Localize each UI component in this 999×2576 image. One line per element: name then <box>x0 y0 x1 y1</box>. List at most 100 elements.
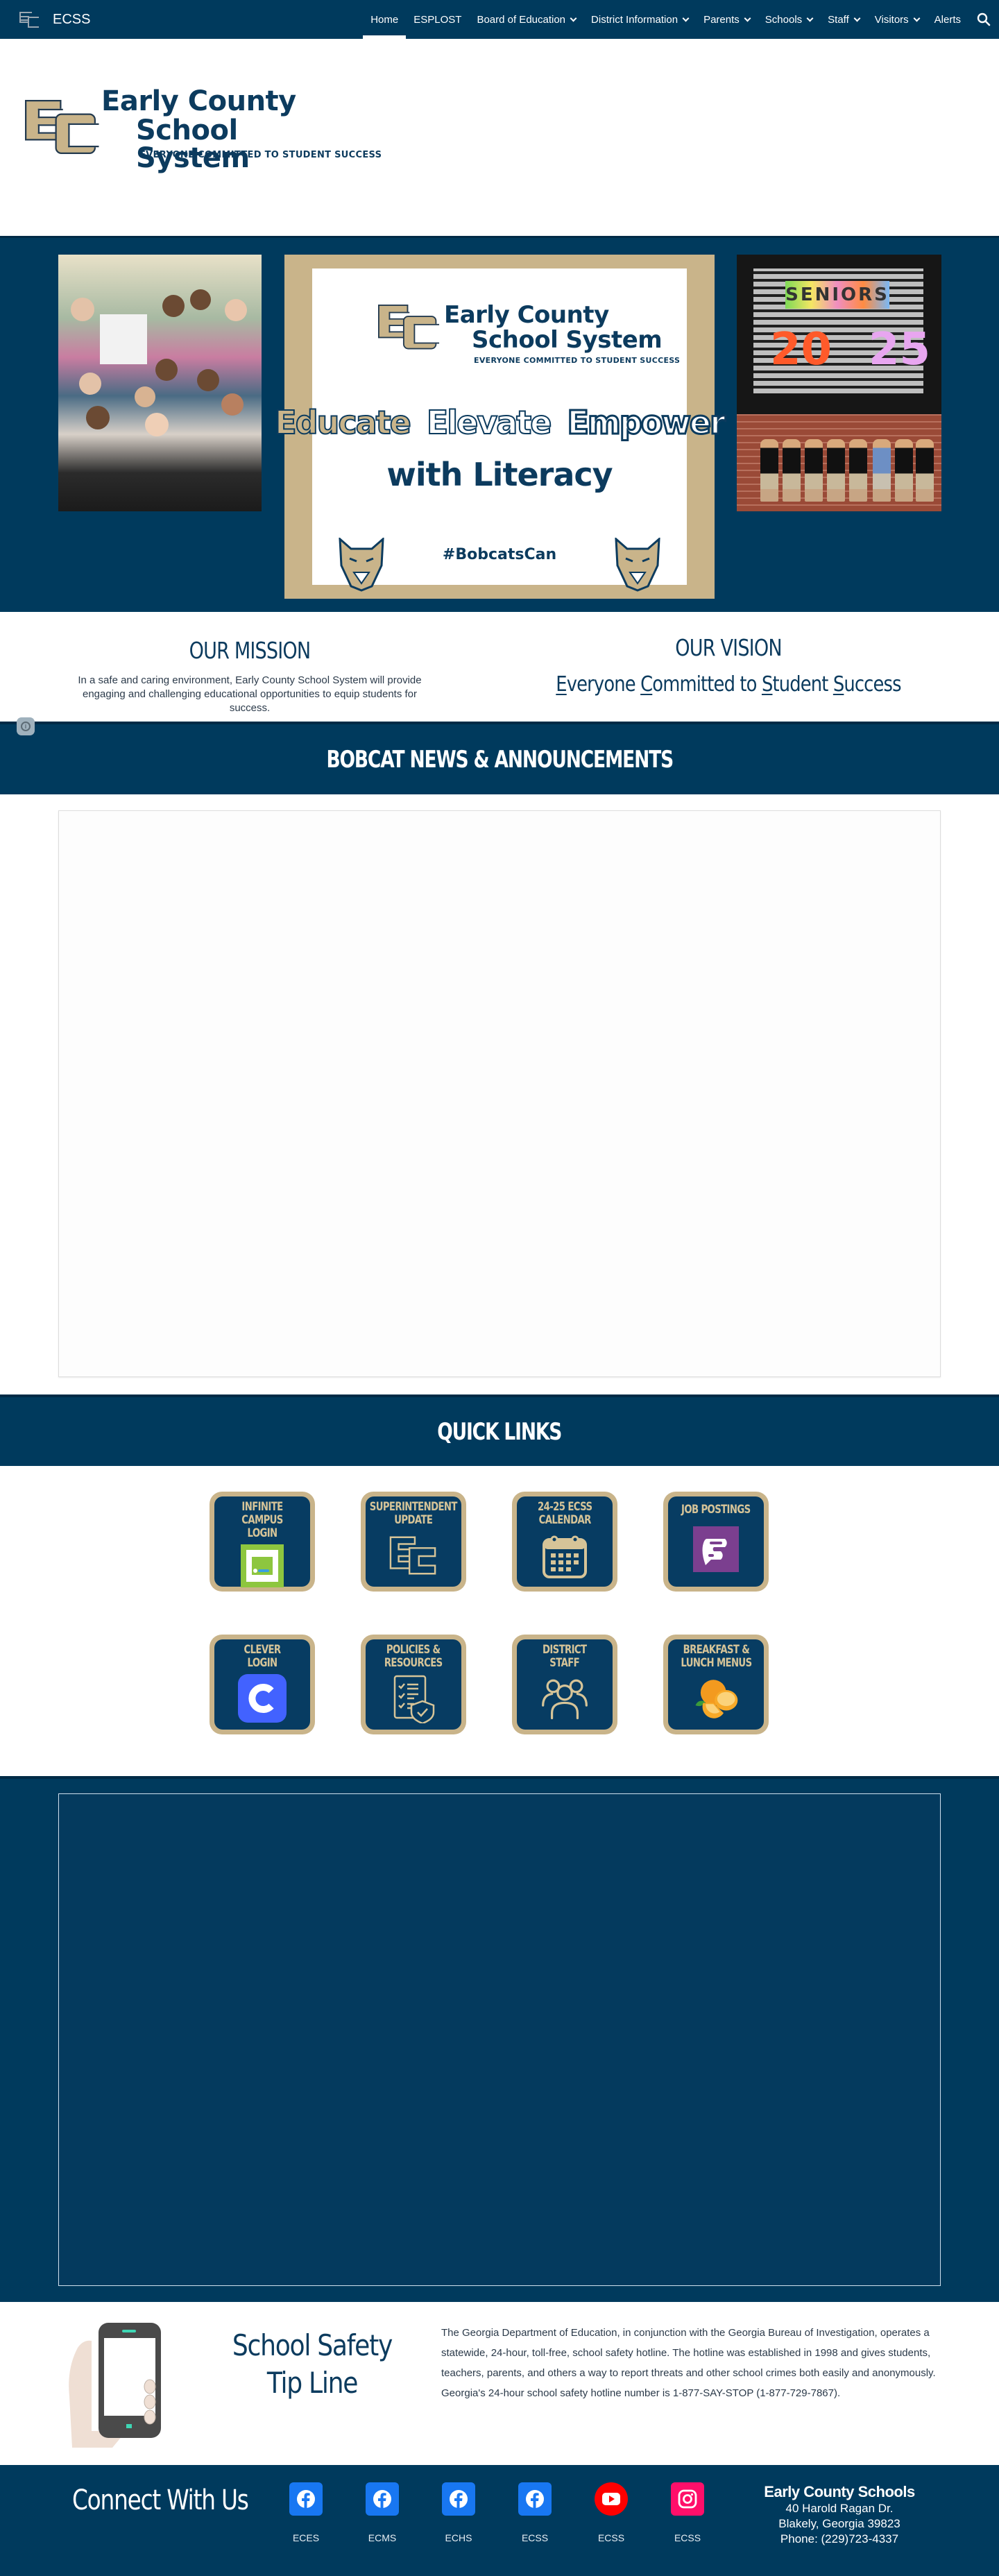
social-label: ECSS <box>674 2532 701 2543</box>
vision-block: OUR VISION Everyone Committed to Student… <box>479 634 978 697</box>
ec-logo-icon <box>19 10 40 28</box>
nav-label: Home <box>370 13 399 26</box>
quick-link-label: 24-25 ECSS CALENDAR <box>537 1500 592 1527</box>
nav-label: Parents <box>703 13 740 26</box>
vision-initial: E <box>556 672 567 697</box>
literacy-poster: Early County School System EVERYONE COMM… <box>274 255 726 599</box>
social-label: ECHS <box>445 2532 472 2543</box>
connect-title: Connect With Us <box>72 2484 249 2516</box>
social-link-ecss-youtube[interactable]: ECSS <box>594 2482 629 2543</box>
site-name: ECSS <box>53 11 91 27</box>
calendar-icon <box>540 1531 589 1580</box>
vision-initial: C <box>640 672 653 697</box>
instagram-icon <box>671 2482 704 2516</box>
quick-link-policies-resources[interactable]: POLICIES & RESOURCES <box>361 1635 466 1734</box>
nav-label: Visitors <box>874 13 909 26</box>
quick-link-clever-login[interactable]: CLEVER LOGIN <box>210 1635 315 1734</box>
info-icon: i <box>21 722 31 731</box>
search-icon <box>977 12 991 26</box>
org-name: Early County Schools <box>764 2483 915 2500</box>
news-banner: BOBCAT NEWS & ANNOUNCEMENTS <box>0 722 999 794</box>
mission-block: OUR MISSION In a safe and caring environ… <box>0 637 500 715</box>
vision-word: ommitted to <box>652 672 762 697</box>
mission-title: OUR MISSION <box>189 637 311 664</box>
quick-link-district-staff[interactable]: DISTRICT STAFF <box>512 1635 617 1734</box>
quick-link-infinite-campus[interactable]: INFINITE CAMPUS LOGIN <box>210 1492 315 1592</box>
vision-initial: S <box>832 672 844 697</box>
infinite-campus-icon <box>238 1544 287 1587</box>
chevron-down-icon <box>744 15 751 22</box>
facebook-icon <box>518 2482 552 2516</box>
vision-text: Everyone Committed to Student Success <box>513 672 943 697</box>
site-info-button[interactable]: i <box>17 717 35 735</box>
nav-district-information[interactable]: District Information <box>583 0 696 39</box>
mural-year-right: 25 <box>869 324 931 375</box>
poster-logo-line-2: School System <box>472 326 663 354</box>
site-footer: Connect With Us ECES ECMS ECHS ECSS ECSS… <box>0 2465 999 2576</box>
slogan: Educate Elevate Empower <box>274 403 726 443</box>
orange-icon <box>692 1674 740 1723</box>
vision-word: uccess <box>844 672 901 697</box>
news-embed-frame[interactable] <box>58 810 941 1377</box>
social-label: ECSS <box>597 2532 625 2543</box>
poster-hashtag: #BobcatsCan <box>442 546 557 563</box>
social-link-ecss-instagram[interactable]: ECSS <box>670 2482 705 2543</box>
quick-links-banner: QUICK LINKS <box>0 1394 999 1466</box>
poster-logo-tagline: EVERYONE COMMITTED TO STUDENT SUCCESS <box>474 356 681 365</box>
quick-link-lunch-menus[interactable]: BREAKFAST & LUNCH MENUS <box>663 1635 769 1734</box>
social-links: ECES ECMS ECHS ECSS ECSS ECSS <box>289 2482 705 2543</box>
nav-esplost[interactable]: ESPLOST <box>406 0 469 39</box>
logo-tagline: EVERYONE COMMITTED TO STUDENT SUCCESS <box>139 150 382 160</box>
seniors-photo: SENIORS 20 25 <box>737 255 941 511</box>
clever-icon <box>238 1674 287 1723</box>
nav-board-of-education[interactable]: Board of Education <box>469 0 583 39</box>
vision-title: OUR VISION <box>675 634 782 661</box>
tip-line-description: The Georgia Department of Education, in … <box>441 2327 936 2399</box>
nav-label: ESPLOST <box>413 13 462 26</box>
embedded-content-frame[interactable] <box>58 1793 941 2286</box>
phone-number[interactable]: Phone: (229)723-4337 <box>742 2532 937 2547</box>
news-title: BOBCAT NEWS & ANNOUNCEMENTS <box>326 745 674 774</box>
quick-link-superintendent-update[interactable]: SUPERINTENDENT UPDATE <box>361 1492 466 1592</box>
nav-parents[interactable]: Parents <box>696 0 758 39</box>
tip-line-title-line: Tip Line <box>266 2366 359 2400</box>
nav-label: Schools <box>765 13 803 26</box>
district-logo[interactable]: Early County School System EVERYONE COMM… <box>25 85 382 174</box>
search-button[interactable] <box>968 0 999 39</box>
quick-link-job-postings[interactable]: JOB POSTINGS <box>663 1492 769 1592</box>
nav-alerts[interactable]: Alerts <box>927 0 968 39</box>
quick-links-grid: INFINITE CAMPUS LOGIN SUPERINTENDENT UPD… <box>210 1492 789 1734</box>
site-brand-link[interactable]: ECSS <box>19 10 90 28</box>
chevron-down-icon <box>853 15 861 22</box>
quick-links-title: QUICK LINKS <box>437 1417 563 1446</box>
logo-line-1: Early County <box>101 85 296 117</box>
facebook-icon <box>289 2482 323 2516</box>
social-link-echs-facebook[interactable]: ECHS <box>441 2482 476 2543</box>
quick-link-label: SUPERINTENDENT UPDATE <box>369 1500 458 1527</box>
nav-home[interactable]: Home <box>363 0 407 39</box>
quick-link-label: CLEVER LOGIN <box>244 1643 281 1670</box>
frontline-icon <box>692 1525 740 1573</box>
people-icon <box>540 1674 589 1723</box>
vision-word: tudent <box>772 672 833 697</box>
main-menu: Home ESPLOST Board of Education District… <box>363 0 999 39</box>
quick-link-calendar[interactable]: 24-25 ECSS CALENDAR <box>512 1492 617 1592</box>
quick-link-label: POLICIES & RESOURCES <box>384 1643 443 1670</box>
mural-year-left: 20 <box>770 324 832 375</box>
social-link-eces-facebook[interactable]: ECES <box>289 2482 323 2543</box>
poster-subline: with Literacy <box>386 456 613 493</box>
nav-visitors[interactable]: Visitors <box>867 0 927 39</box>
quick-link-label: BREAKFAST & LUNCH MENUS <box>680 1643 752 1670</box>
nav-schools[interactable]: Schools <box>758 0 820 39</box>
chevron-down-icon <box>913 15 921 22</box>
social-link-ecms-facebook[interactable]: ECMS <box>365 2482 400 2543</box>
ec-logo-icon <box>378 305 443 350</box>
slogan-word-empower: Empower <box>566 403 726 443</box>
quick-link-label: JOB POSTINGS <box>681 1503 751 1517</box>
nav-staff[interactable]: Staff <box>820 0 867 39</box>
social-link-ecss-facebook[interactable]: ECSS <box>518 2482 552 2543</box>
facebook-icon <box>366 2482 399 2516</box>
nav-label: Staff <box>828 13 849 26</box>
logo-line-2: School System <box>136 114 250 174</box>
quick-link-label: DISTRICT STAFF <box>543 1643 587 1670</box>
